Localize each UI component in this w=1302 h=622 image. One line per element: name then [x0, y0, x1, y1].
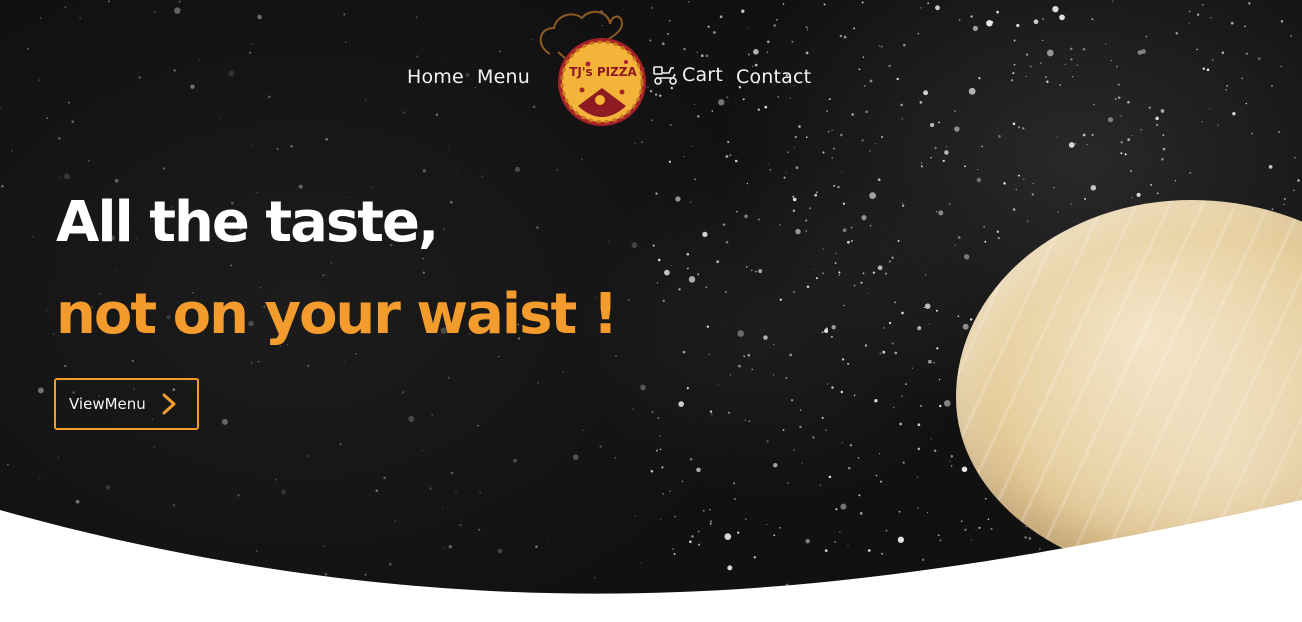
nav-menu-link[interactable]: Menu: [477, 66, 530, 88]
main-navigation: Home Menu TJ's PIZZA Cart Contact: [0, 0, 1302, 150]
brand-logo[interactable]: TJ's PIZZA: [530, 6, 648, 128]
view-menu-label: ViewMenu: [69, 395, 146, 413]
view-menu-button[interactable]: ViewMenu: [54, 378, 199, 430]
nav-contact-link[interactable]: Contact: [736, 66, 811, 88]
nav-cart-link[interactable]: Cart: [653, 64, 723, 86]
scooter-icon: [653, 66, 677, 85]
nav-cart-label: Cart: [682, 64, 723, 86]
logo-text: TJ's PIZZA: [569, 65, 637, 79]
hero-headline-line2: not on your waist !: [56, 282, 618, 347]
page: Home Menu TJ's PIZZA Cart Contact All th…: [0, 0, 1302, 622]
nav-home-link[interactable]: Home: [407, 66, 464, 88]
chevron-right-icon: [162, 393, 176, 415]
wave-divider: [0, 500, 1302, 622]
hero-headline-line1: All the taste,: [56, 190, 439, 255]
